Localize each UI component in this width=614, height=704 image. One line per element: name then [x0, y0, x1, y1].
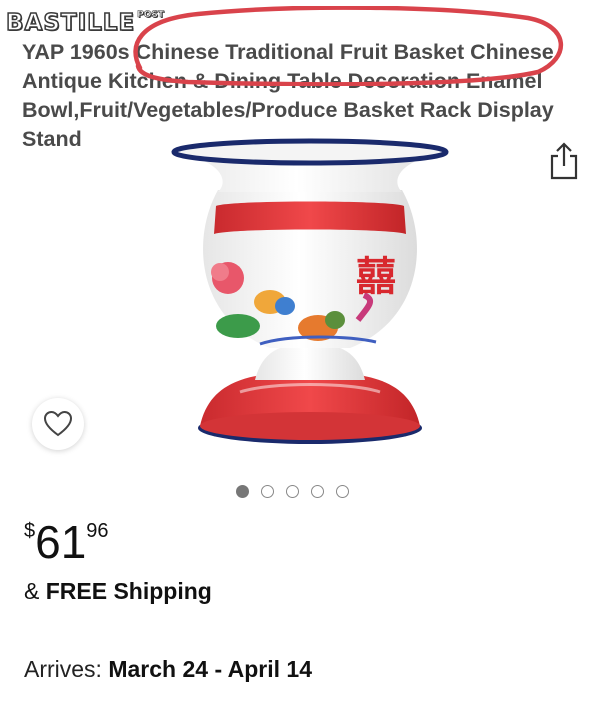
carousel-indicator — [236, 485, 349, 498]
watermark-logo: BASTILLE POST — [5, 9, 165, 37]
price-fraction: 96 — [86, 520, 109, 542]
share-icon — [550, 142, 578, 180]
shipping-text: FREE Shipping — [45, 578, 212, 604]
heart-icon — [43, 410, 73, 437]
price-currency: $ — [24, 520, 36, 542]
title-line-2: Antique Kitchen & Dining Table Decoratio… — [22, 69, 543, 93]
watermark-text: BASTILLE — [5, 9, 136, 37]
delivery-info: Arrives: March 24 - April 14 — [24, 656, 312, 683]
delivery-label: Arrives: — [24, 656, 109, 682]
carousel-dot[interactable] — [311, 485, 324, 498]
title-line-1: YAP 1960s Chinese Traditional Fruit Bask… — [22, 40, 554, 64]
carousel-dot[interactable] — [236, 485, 249, 498]
svg-text:囍: 囍 — [356, 254, 396, 300]
price-whole: 61 — [35, 516, 87, 568]
carousel-dot[interactable] — [336, 485, 349, 498]
watermark-sub: POST — [137, 10, 165, 21]
delivery-dates: March 24 - April 14 — [108, 656, 313, 682]
shipping-info: & FREE Shipping — [24, 578, 212, 605]
shipping-prefix: & — [24, 578, 46, 604]
price: $6196 — [24, 516, 109, 568]
carousel-dot[interactable] — [261, 485, 274, 498]
wishlist-button[interactable] — [32, 398, 84, 450]
share-button[interactable] — [548, 140, 580, 180]
product-image[interactable]: 囍 — [160, 130, 460, 460]
carousel-dot[interactable] — [286, 485, 299, 498]
